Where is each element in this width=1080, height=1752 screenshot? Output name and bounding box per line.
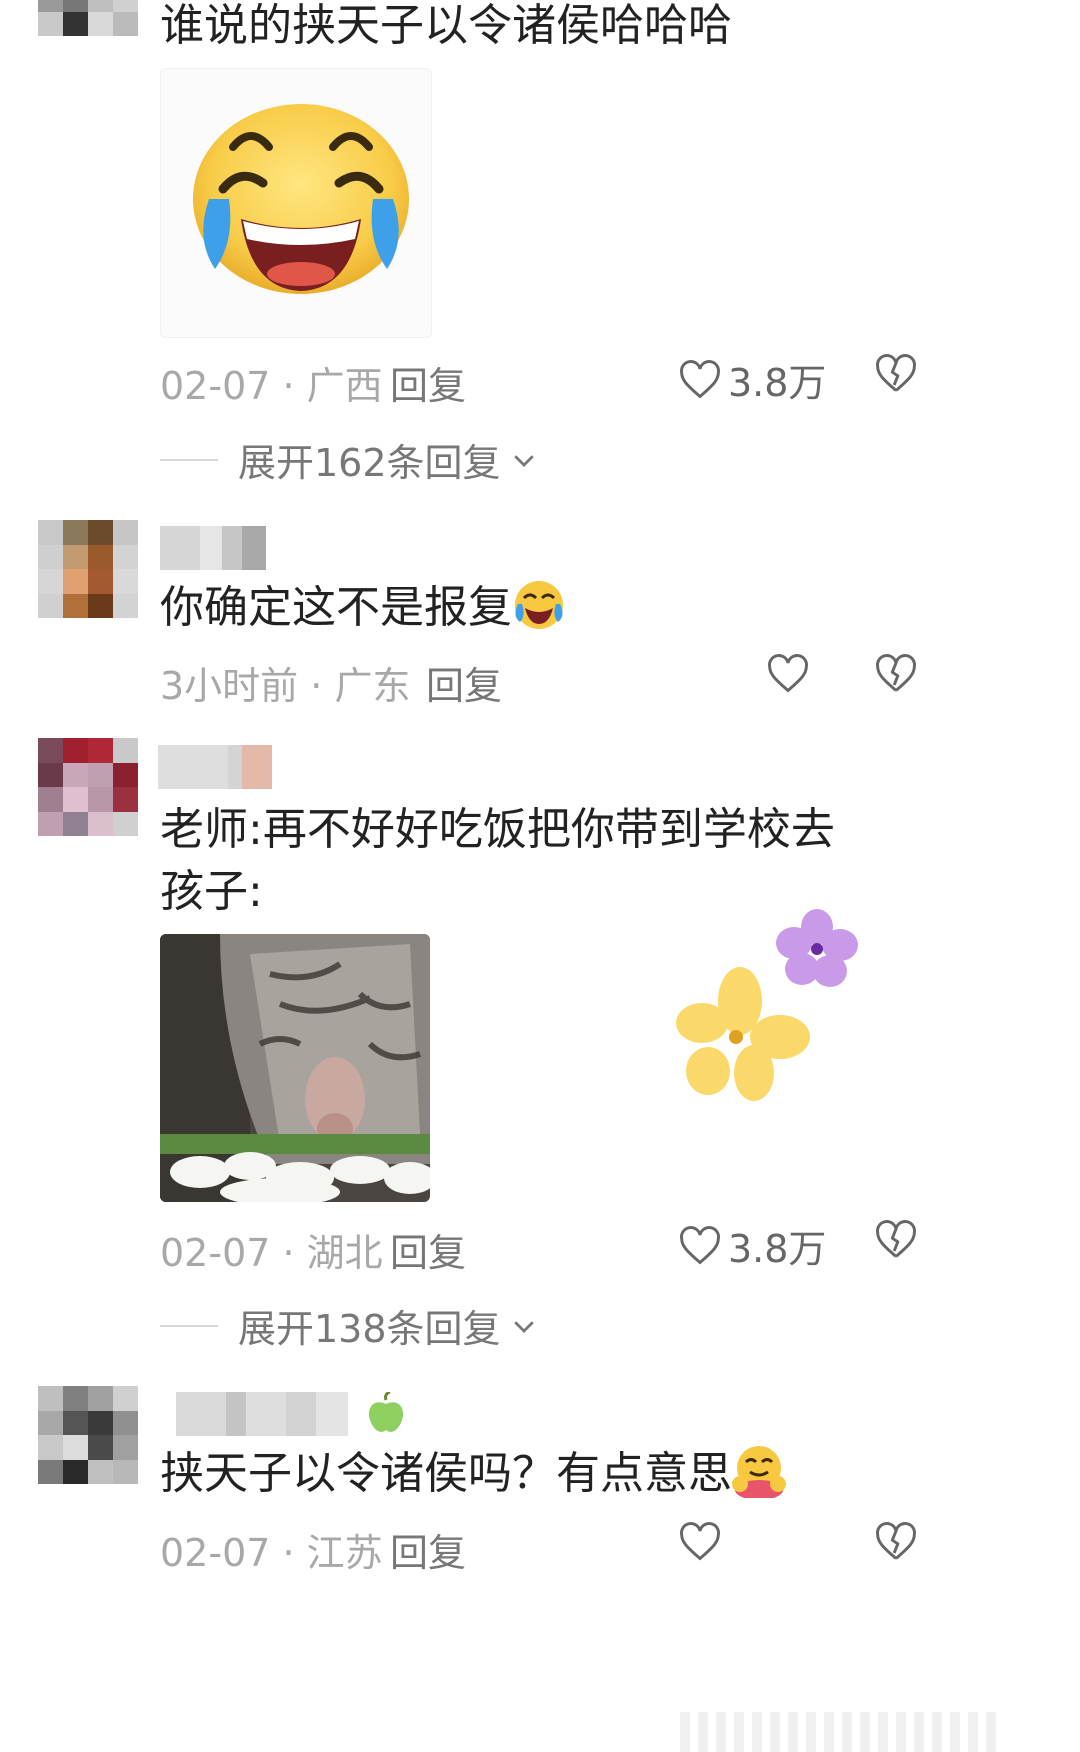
comment-text: 孩子:: [160, 866, 263, 917]
comment-location: 广西: [306, 364, 383, 408]
reply-button[interactable]: 回复: [390, 1522, 466, 1577]
cat-eating-rice-photo-icon: [160, 934, 430, 1202]
expand-replies-label: 展开162条回复: [238, 441, 501, 485]
username[interactable]: [176, 1392, 348, 1436]
comment-location: 江苏: [306, 1531, 383, 1575]
like-button[interactable]: [678, 1520, 722, 1564]
comment-location: 广东: [334, 664, 411, 708]
dislike-button[interactable]: [874, 352, 918, 400]
heart-icon: [768, 654, 808, 693]
like-count: 3.8万: [728, 1227, 827, 1271]
comment-text: 老师:再不好好吃饭把你带到学校去: [160, 804, 835, 855]
dislike-button[interactable]: [874, 652, 918, 700]
avatar[interactable]: [38, 738, 138, 836]
comment-date: 02-07: [160, 1231, 271, 1275]
laughing-crying-emoji-icon: [193, 104, 409, 294]
chevron-down-icon: [513, 1320, 534, 1333]
avatar[interactable]: [38, 520, 138, 618]
dislike-button[interactable]: [874, 1218, 918, 1266]
cat-image[interactable]: [160, 934, 430, 1202]
comment-date: 3小时前: [160, 664, 299, 708]
comment-meta: 02-07 · 江苏: [160, 1531, 383, 1575]
heart-icon: [680, 1225, 720, 1264]
laughing-crying-emoji-icon: [515, 581, 563, 629]
chevron-down-icon: [513, 454, 534, 467]
reply-button[interactable]: 回复: [390, 355, 466, 410]
username[interactable]: [158, 745, 272, 789]
comment-date: 02-07: [160, 1531, 271, 1575]
comment-meta: 3小时前 · 广东: [160, 664, 411, 708]
like-button[interactable]: 3.8万: [678, 1218, 826, 1273]
comment-meta: 02-07 · 湖北: [160, 1231, 383, 1275]
flower-decoration-icon: [676, 967, 810, 1101]
broken-heart-icon: [876, 654, 916, 692]
comment-location: 湖北: [306, 1231, 383, 1275]
divider: [160, 458, 218, 461]
username[interactable]: [160, 526, 266, 570]
reply-button[interactable]: 回复: [390, 1222, 466, 1277]
comment-date: 02-07: [160, 364, 271, 408]
heart-icon: [680, 359, 720, 398]
green-apple-icon: [368, 1392, 404, 1432]
like-button[interactable]: 3.8万: [678, 352, 826, 407]
hugging-face-emoji-icon: [732, 1446, 786, 1498]
expand-replies-button[interactable]: 展开138条回复: [160, 1298, 539, 1353]
expand-replies-label: 展开138条回复: [238, 1307, 501, 1351]
like-button[interactable]: [766, 652, 810, 696]
avatar[interactable]: [38, 0, 138, 36]
comment-text: 挟天子以令诸侯吗？有点意思: [160, 1444, 786, 1504]
dislike-button[interactable]: [874, 1520, 918, 1568]
broken-heart-icon: [876, 1220, 916, 1258]
like-count: 3.8万: [728, 361, 827, 405]
broken-heart-icon: [876, 1522, 916, 1560]
expand-replies-button[interactable]: 展开162条回复: [160, 432, 539, 487]
broken-heart-icon: [876, 354, 916, 392]
heart-icon: [680, 1522, 720, 1561]
avatar[interactable]: [38, 1386, 138, 1484]
watermark: [680, 1712, 1000, 1752]
comment-text: 你确定这不是报复: [160, 578, 566, 638]
sticker-image[interactable]: [160, 68, 432, 338]
reply-button[interactable]: 回复: [426, 655, 502, 710]
comment-meta: 02-07 · 广西: [160, 364, 383, 408]
divider: [160, 1324, 218, 1327]
comment-text: 谁说的挟天子以令诸侯哈哈哈: [160, 0, 732, 51]
